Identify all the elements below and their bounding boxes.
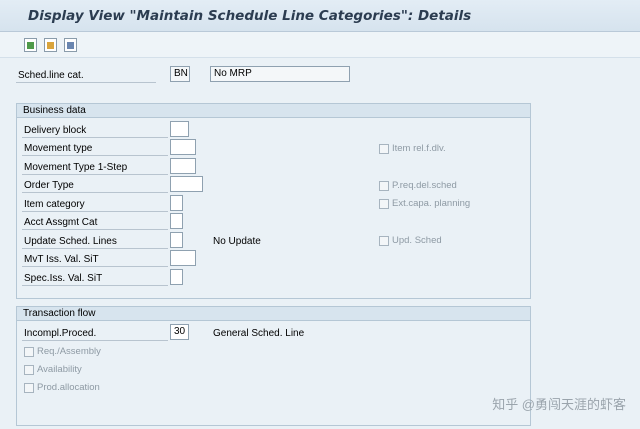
- delete-icon[interactable]: [64, 38, 77, 52]
- movement-type-1step-label: Movement Type 1-Step: [24, 162, 128, 173]
- delivery-block-label: Delivery block: [24, 125, 87, 136]
- title-bar: Display View "Maintain Schedule Line Cat…: [0, 0, 640, 32]
- update-sched-lines-text: No Update: [213, 236, 261, 247]
- new-entries-icon[interactable]: [24, 38, 37, 52]
- item-category-label: Item category: [24, 199, 85, 210]
- application-toolbar: [0, 32, 640, 58]
- item-rel-dlv-checkbox[interactable]: [379, 144, 389, 154]
- incompl-proced-label: Incompl.Proced.: [24, 328, 97, 339]
- incompl-proced-description: General Sched. Line: [213, 328, 305, 339]
- sched-line-cat-field[interactable]: BN: [170, 66, 190, 82]
- transaction-flow-title: Transaction flow: [17, 307, 530, 321]
- update-sched-lines-field[interactable]: [170, 232, 183, 248]
- availability-label: Availability: [37, 364, 82, 375]
- upd-sched-checkbox[interactable]: [379, 236, 389, 246]
- movement-type-field[interactable]: [170, 139, 196, 155]
- item-rel-dlv-label: Item rel.f.dlv.: [392, 143, 446, 154]
- ext-capa-planning-checkbox[interactable]: [379, 199, 389, 209]
- acct-assgmt-cat-field[interactable]: [170, 213, 183, 229]
- delivery-block-field[interactable]: [170, 121, 189, 137]
- acct-assgmt-cat-label: Acct Assgmt Cat: [24, 217, 98, 228]
- prod-allocation-checkbox[interactable]: [24, 383, 34, 393]
- p-req-del-sched-checkbox[interactable]: [379, 181, 389, 191]
- p-req-del-sched-label: P.req.del.sched: [392, 180, 457, 191]
- sched-line-cat-description: No MRP: [210, 66, 350, 82]
- movement-type-label: Movement type: [24, 143, 93, 154]
- item-category-field[interactable]: [170, 195, 183, 211]
- availability-checkbox[interactable]: [24, 365, 34, 375]
- prod-allocation-label: Prod.allocation: [37, 382, 100, 393]
- req-assembly-checkbox[interactable]: [24, 347, 34, 357]
- spec-iss-val-sit-field[interactable]: [170, 269, 183, 285]
- incompl-proced-field[interactable]: 30: [170, 324, 189, 340]
- copy-as-icon[interactable]: [44, 38, 57, 52]
- update-sched-lines-label: Update Sched. Lines: [24, 236, 117, 247]
- order-type-field[interactable]: [170, 176, 203, 192]
- ext-capa-planning-label: Ext.capa. planning: [392, 198, 471, 209]
- movement-type-1step-field[interactable]: [170, 158, 196, 174]
- upd-sched-label: Upd. Sched: [392, 235, 442, 246]
- spec-iss-val-sit-label: Spec.Iss. Val. SiT: [24, 273, 103, 284]
- mvt-iss-val-sit-field[interactable]: [170, 250, 196, 266]
- req-assembly-label: Req./Assembly: [37, 346, 101, 357]
- watermark-text: 知乎 @勇闯天涯的虾客: [492, 397, 626, 412]
- order-type-label: Order Type: [24, 180, 74, 191]
- mvt-iss-val-sit-label: MvT Iss. Val. SiT: [24, 254, 99, 265]
- sched-line-cat-label: Sched.line cat.: [18, 70, 84, 81]
- business-data-title: Business data: [17, 104, 530, 118]
- window-title: Display View "Maintain Schedule Line Cat…: [28, 8, 472, 24]
